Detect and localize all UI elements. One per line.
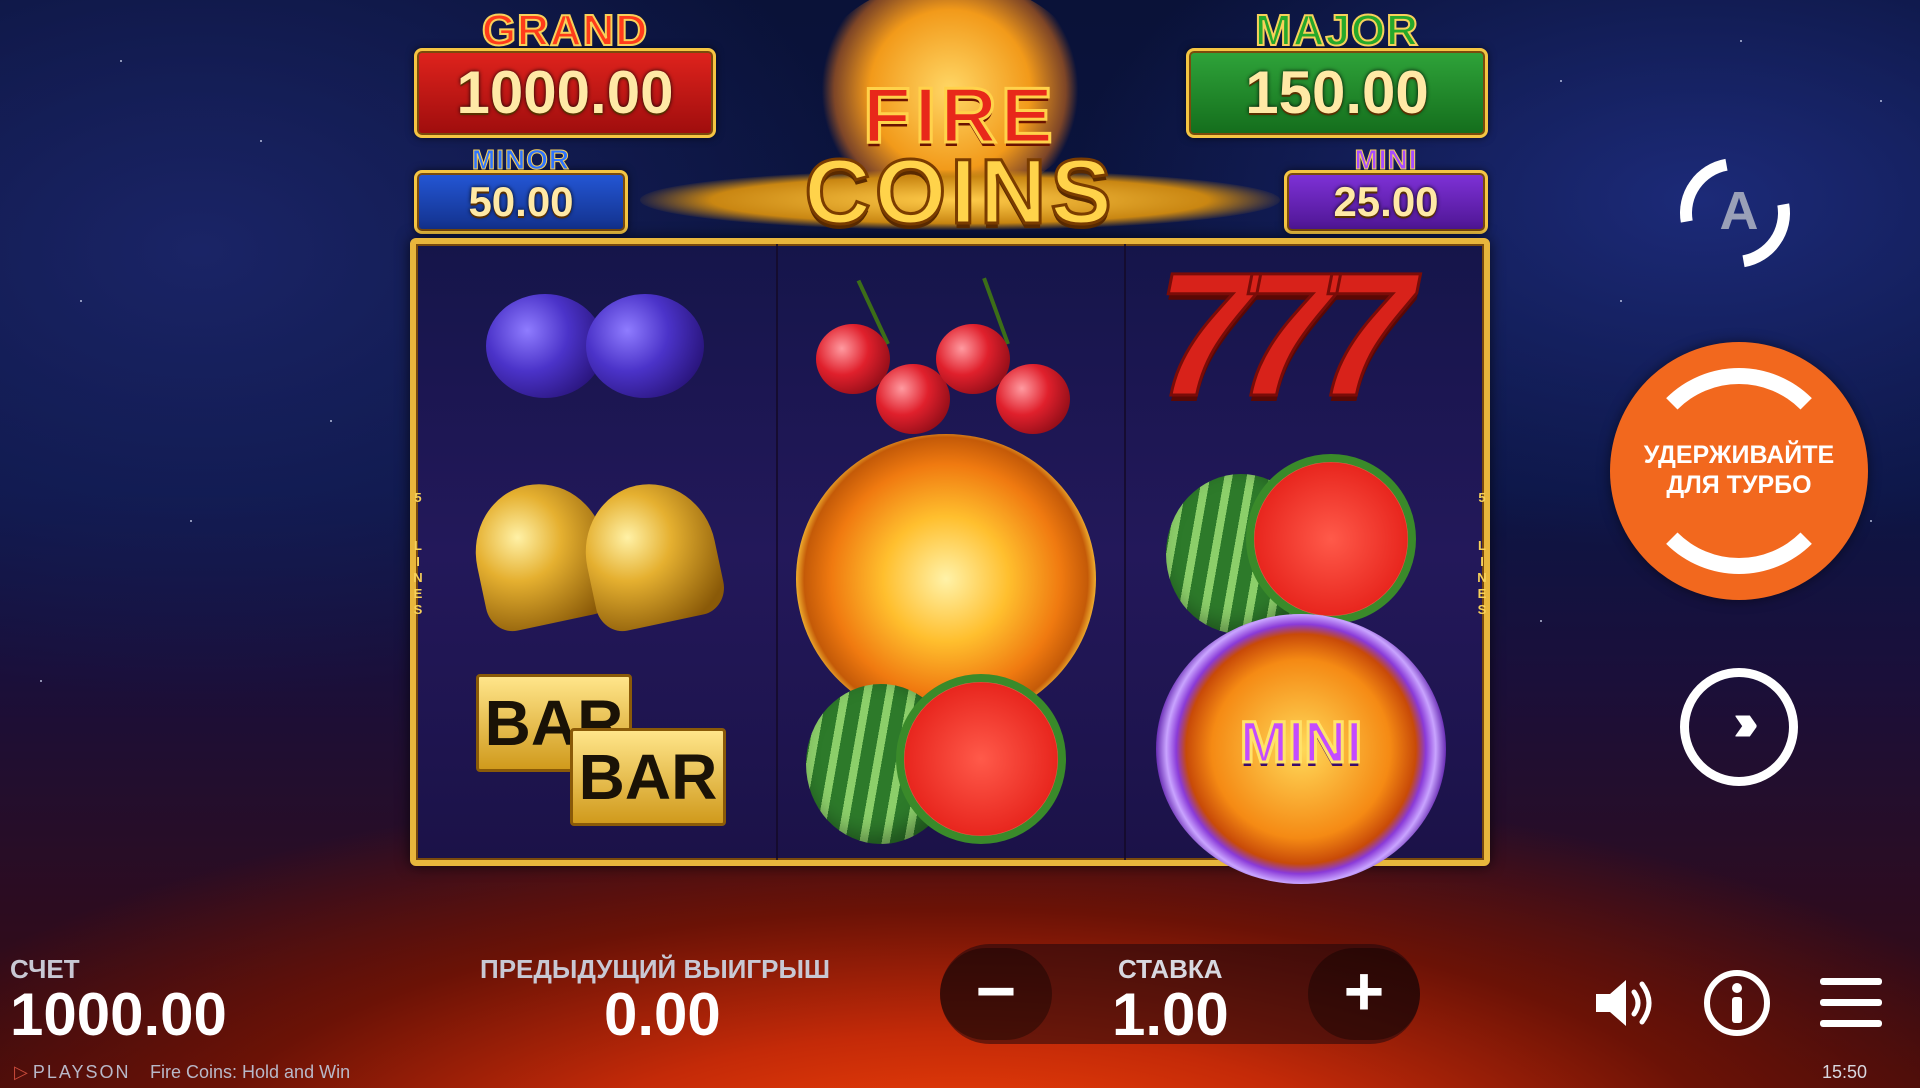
spin-button[interactable]: УДЕРЖИВАЙТЕ ДЛЯ ТУРБО bbox=[1610, 342, 1868, 600]
logo-coins-text: COINS bbox=[803, 140, 1116, 245]
game-title: Fire Coins: Hold and Win bbox=[150, 1062, 351, 1082]
lines-label-left: 5LINES bbox=[413, 490, 423, 617]
symbol-mini-coin: MINI bbox=[1136, 614, 1456, 884]
info-button[interactable] bbox=[1702, 968, 1772, 1038]
bet-increase-button[interactable]: + bbox=[1308, 948, 1420, 1040]
reel-separator bbox=[776, 244, 778, 860]
autoplay-letter: A bbox=[1719, 181, 1759, 241]
bet-decrease-button[interactable]: − bbox=[940, 948, 1052, 1040]
symbol-watermelon bbox=[786, 664, 1106, 864]
reel-separator bbox=[1124, 244, 1126, 860]
seven-text: 777 bbox=[1155, 236, 1416, 435]
fast-forward-icon: ››› bbox=[1733, 692, 1759, 752]
menu-button[interactable] bbox=[1816, 968, 1886, 1038]
autoplay-button[interactable]: A bbox=[1658, 136, 1812, 290]
symbol-bell bbox=[436, 454, 756, 654]
sound-button[interactable] bbox=[1588, 968, 1658, 1038]
info-icon bbox=[1704, 970, 1770, 1036]
jackpot-mini-value: 25.00 bbox=[1284, 170, 1488, 234]
playson-logo-icon: ▷ bbox=[14, 1062, 28, 1082]
hamburger-menu-icon bbox=[1820, 978, 1882, 1027]
symbol-cherry bbox=[786, 254, 1106, 454]
lines-label-right: 5LINES bbox=[1477, 490, 1487, 617]
bar-tile-bottom: BAR bbox=[570, 728, 726, 826]
jackpot-mini: MINI 25.00 bbox=[1284, 144, 1488, 234]
spin-label-line1: УДЕРЖИВАЙТЕ bbox=[1643, 441, 1835, 469]
symbol-plum bbox=[436, 254, 756, 454]
game-logo: FIRE COINS bbox=[640, 0, 1280, 245]
mini-coin-text: MINI bbox=[1238, 709, 1363, 777]
last-win-value: 0.00 bbox=[604, 981, 721, 1048]
spin-label-line2: ДЛЯ ТУРБО bbox=[1666, 471, 1812, 499]
speaker-icon bbox=[1596, 980, 1652, 1026]
symbol-bar: BAR BAR bbox=[436, 654, 756, 854]
jackpot-minor: MINOR 50.00 bbox=[414, 144, 628, 234]
footer-brand: ▷ PLAYSON bbox=[14, 1062, 131, 1083]
balance-value: 1000.00 bbox=[10, 981, 227, 1048]
jackpot-minor-value: 50.00 bbox=[414, 170, 628, 234]
brand-name: PLAYSON bbox=[32, 1062, 131, 1082]
turbo-button[interactable]: ››› bbox=[1680, 668, 1798, 786]
spin-label: УДЕРЖИВАЙТЕ ДЛЯ ТУРБО bbox=[1610, 440, 1868, 500]
symbol-seven: 777 bbox=[1136, 236, 1456, 444]
reel-grid: BAR BAR 777 MINI bbox=[410, 236, 1490, 884]
clock: 15:50 bbox=[1822, 1062, 1868, 1082]
symbol-fire-coin bbox=[786, 434, 1106, 724]
bet-value: 1.00 bbox=[1112, 981, 1229, 1048]
